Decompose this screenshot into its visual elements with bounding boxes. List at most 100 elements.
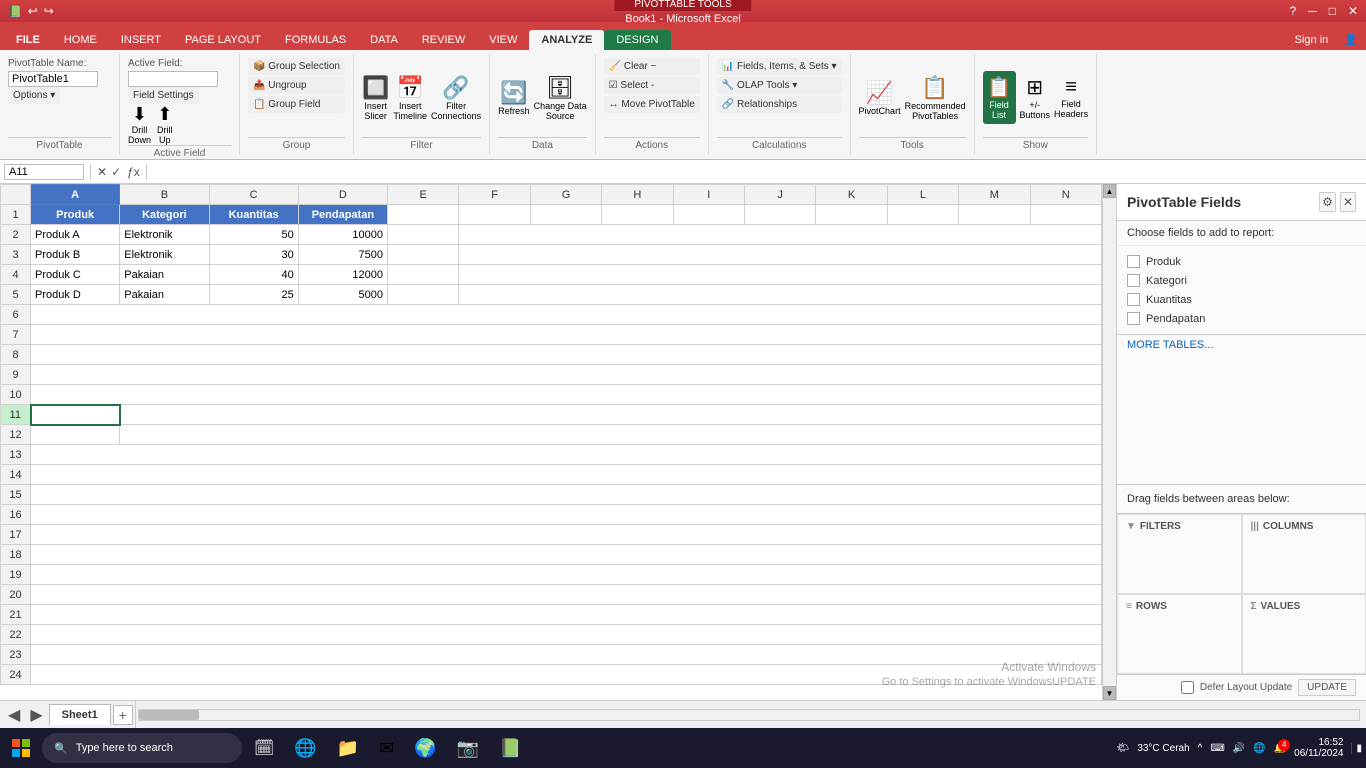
sheet-add-button[interactable]: + — [113, 705, 133, 725]
cell-A12[interactable] — [31, 425, 120, 445]
col-header-D[interactable]: D — [298, 185, 387, 205]
field-checkbox-pendapatan[interactable] — [1127, 312, 1140, 325]
plus-minus-buttons-button[interactable]: ⊞ +/-Buttons — [1020, 75, 1051, 120]
cell-A1[interactable]: Produk — [31, 205, 120, 225]
area-values[interactable]: Σ VALUES — [1242, 594, 1366, 674]
drill-down-button[interactable]: ⬇ Drill Down — [128, 104, 151, 145]
name-box[interactable] — [4, 164, 84, 180]
move-pivottable-button[interactable]: ↔ Move PivotTable — [604, 96, 700, 113]
cell-J1[interactable] — [744, 205, 815, 225]
cell-E2[interactable] — [388, 225, 459, 245]
insert-slicer-button[interactable]: 🔲 InsertSlicer — [362, 75, 389, 121]
recommended-pivottables-button[interactable]: 📋 RecommendedPivotTables — [905, 75, 966, 121]
tab-home[interactable]: HOME — [52, 30, 109, 50]
show-desktop-btn[interactable]: ▮ — [1351, 743, 1362, 754]
keyboard-icon[interactable]: ⌨ — [1210, 743, 1224, 754]
area-filters[interactable]: ▼ FILTERS — [1117, 514, 1242, 594]
pivotchart-button[interactable]: 📈 PivotChart — [859, 80, 901, 116]
defer-layout-checkbox[interactable] — [1181, 681, 1194, 694]
col-header-B[interactable]: B — [120, 185, 209, 205]
pivot-fields-settings-btn[interactable]: ⚙ — [1319, 192, 1336, 212]
cell-E4[interactable] — [388, 265, 459, 285]
cell-B1[interactable]: Kategori — [120, 205, 209, 225]
cell-F1[interactable] — [459, 205, 530, 225]
cell-E1[interactable] — [388, 205, 459, 225]
col-header-F[interactable]: F — [459, 185, 530, 205]
col-header-M[interactable]: M — [959, 185, 1030, 205]
active-field-input[interactable] — [128, 71, 218, 87]
cell-A4[interactable]: Produk C — [31, 265, 120, 285]
start-button[interactable] — [4, 730, 38, 766]
col-header-K[interactable]: K — [816, 185, 887, 205]
tab-data[interactable]: DATA — [358, 30, 410, 50]
task-view-button[interactable]: 🗓 — [246, 730, 282, 766]
options-button[interactable]: Options ▾ — [8, 87, 60, 104]
vertical-scrollbar[interactable]: ▲ ▼ — [1102, 184, 1116, 700]
more-tables-link[interactable]: MORE TABLES... — [1117, 335, 1366, 355]
tab-analyze[interactable]: ANALYZE — [529, 30, 604, 50]
col-header-A[interactable]: A — [31, 185, 120, 205]
confirm-icon[interactable]: ✓ — [111, 165, 121, 179]
tab-file[interactable]: FILE — [4, 30, 52, 50]
insert-timeline-button[interactable]: 📅 InsertTimeline — [393, 75, 427, 121]
chevron-up-icon[interactable]: ^ — [1198, 743, 1203, 754]
pivot-fields-close-btn[interactable]: ✕ — [1340, 192, 1356, 212]
undo-icon[interactable]: ↩ — [28, 4, 38, 18]
clear-button[interactable]: 🧹 Clear ~ — [604, 58, 700, 75]
olap-tools-button[interactable]: 🔧 OLAP Tools ▾ — [717, 77, 842, 94]
select-button[interactable]: ☑ Select - — [604, 77, 700, 94]
col-header-L[interactable]: L — [887, 185, 958, 205]
cell-E3[interactable] — [388, 245, 459, 265]
cell-K1[interactable] — [816, 205, 887, 225]
maximize-btn[interactable]: □ — [1329, 4, 1336, 18]
scroll-down-btn[interactable]: ▼ — [1103, 686, 1116, 700]
field-headers-button[interactable]: ≡ FieldHeaders — [1054, 76, 1088, 119]
cell-B3[interactable]: Elektronik — [120, 245, 209, 265]
cell-D1[interactable]: Pendapatan — [298, 205, 387, 225]
formula-input[interactable] — [153, 166, 1362, 178]
cell-H1[interactable] — [602, 205, 673, 225]
ungroup-button[interactable]: 📤 Ungroup — [248, 77, 345, 94]
cell-N1[interactable] — [1030, 205, 1101, 225]
files-button[interactable]: 📁 — [329, 730, 367, 766]
group-selection-button[interactable]: 📦 Group Selection — [248, 58, 345, 75]
cell-I1[interactable] — [673, 205, 744, 225]
photo-button[interactable]: 📷 — [449, 730, 487, 766]
col-header-J[interactable]: J — [744, 185, 815, 205]
change-data-source-button[interactable]: 🗄 Change DataSource — [534, 75, 587, 121]
speaker-icon[interactable]: 🔊 — [1233, 743, 1245, 754]
chrome-button[interactable]: 🌍 — [406, 730, 444, 766]
mail-button[interactable]: ✉ — [371, 730, 402, 766]
filter-connections-button[interactable]: 🔗 FilterConnections — [431, 75, 481, 121]
scroll-track[interactable] — [1103, 198, 1116, 686]
tab-page-layout[interactable]: PAGE LAYOUT — [173, 30, 273, 50]
scroll-up-btn[interactable]: ▲ — [1103, 184, 1116, 198]
fields-items-sets-button[interactable]: 📊 Fields, Items, & Sets ▾ — [717, 58, 842, 75]
sheet-scroll-right[interactable]: ▶ — [26, 705, 46, 725]
field-settings-button[interactable]: Field Settings — [128, 87, 199, 104]
cell-B2[interactable]: Elektronik — [120, 225, 209, 245]
redo-icon[interactable]: ↪ — [44, 4, 54, 18]
cell-C3[interactable]: 30 — [209, 245, 298, 265]
area-rows[interactable]: ≡ ROWS — [1117, 594, 1242, 674]
cell-D4[interactable]: 12000 — [298, 265, 387, 285]
relationships-button[interactable]: 🔗 Relationships — [717, 96, 842, 113]
col-header-N[interactable]: N — [1030, 185, 1101, 205]
cell-M1[interactable] — [959, 205, 1030, 225]
group-field-button[interactable]: 📋 Group Field — [248, 96, 345, 113]
cell-D5[interactable]: 5000 — [298, 285, 387, 305]
search-bar[interactable]: 🔍 Type here to search — [42, 733, 242, 763]
cancel-icon[interactable]: ✕ — [97, 165, 107, 179]
drill-up-button[interactable]: ⬆ Drill Up — [157, 104, 173, 145]
sheet-scroll-left[interactable]: ◀ — [4, 705, 24, 725]
insert-function-icon[interactable]: ƒx — [127, 165, 140, 179]
close-btn[interactable]: ✕ — [1348, 4, 1358, 18]
refresh-button[interactable]: 🔄 Refresh — [498, 80, 530, 116]
update-button[interactable]: UPDATE — [1298, 679, 1356, 696]
cell-C1[interactable]: Kuantitas — [209, 205, 298, 225]
col-header-G[interactable]: G — [530, 185, 601, 205]
field-checkbox-produk[interactable] — [1127, 255, 1140, 268]
cell-C2[interactable]: 50 — [209, 225, 298, 245]
cell-D2[interactable]: 10000 — [298, 225, 387, 245]
field-checkbox-kategori[interactable] — [1127, 274, 1140, 287]
